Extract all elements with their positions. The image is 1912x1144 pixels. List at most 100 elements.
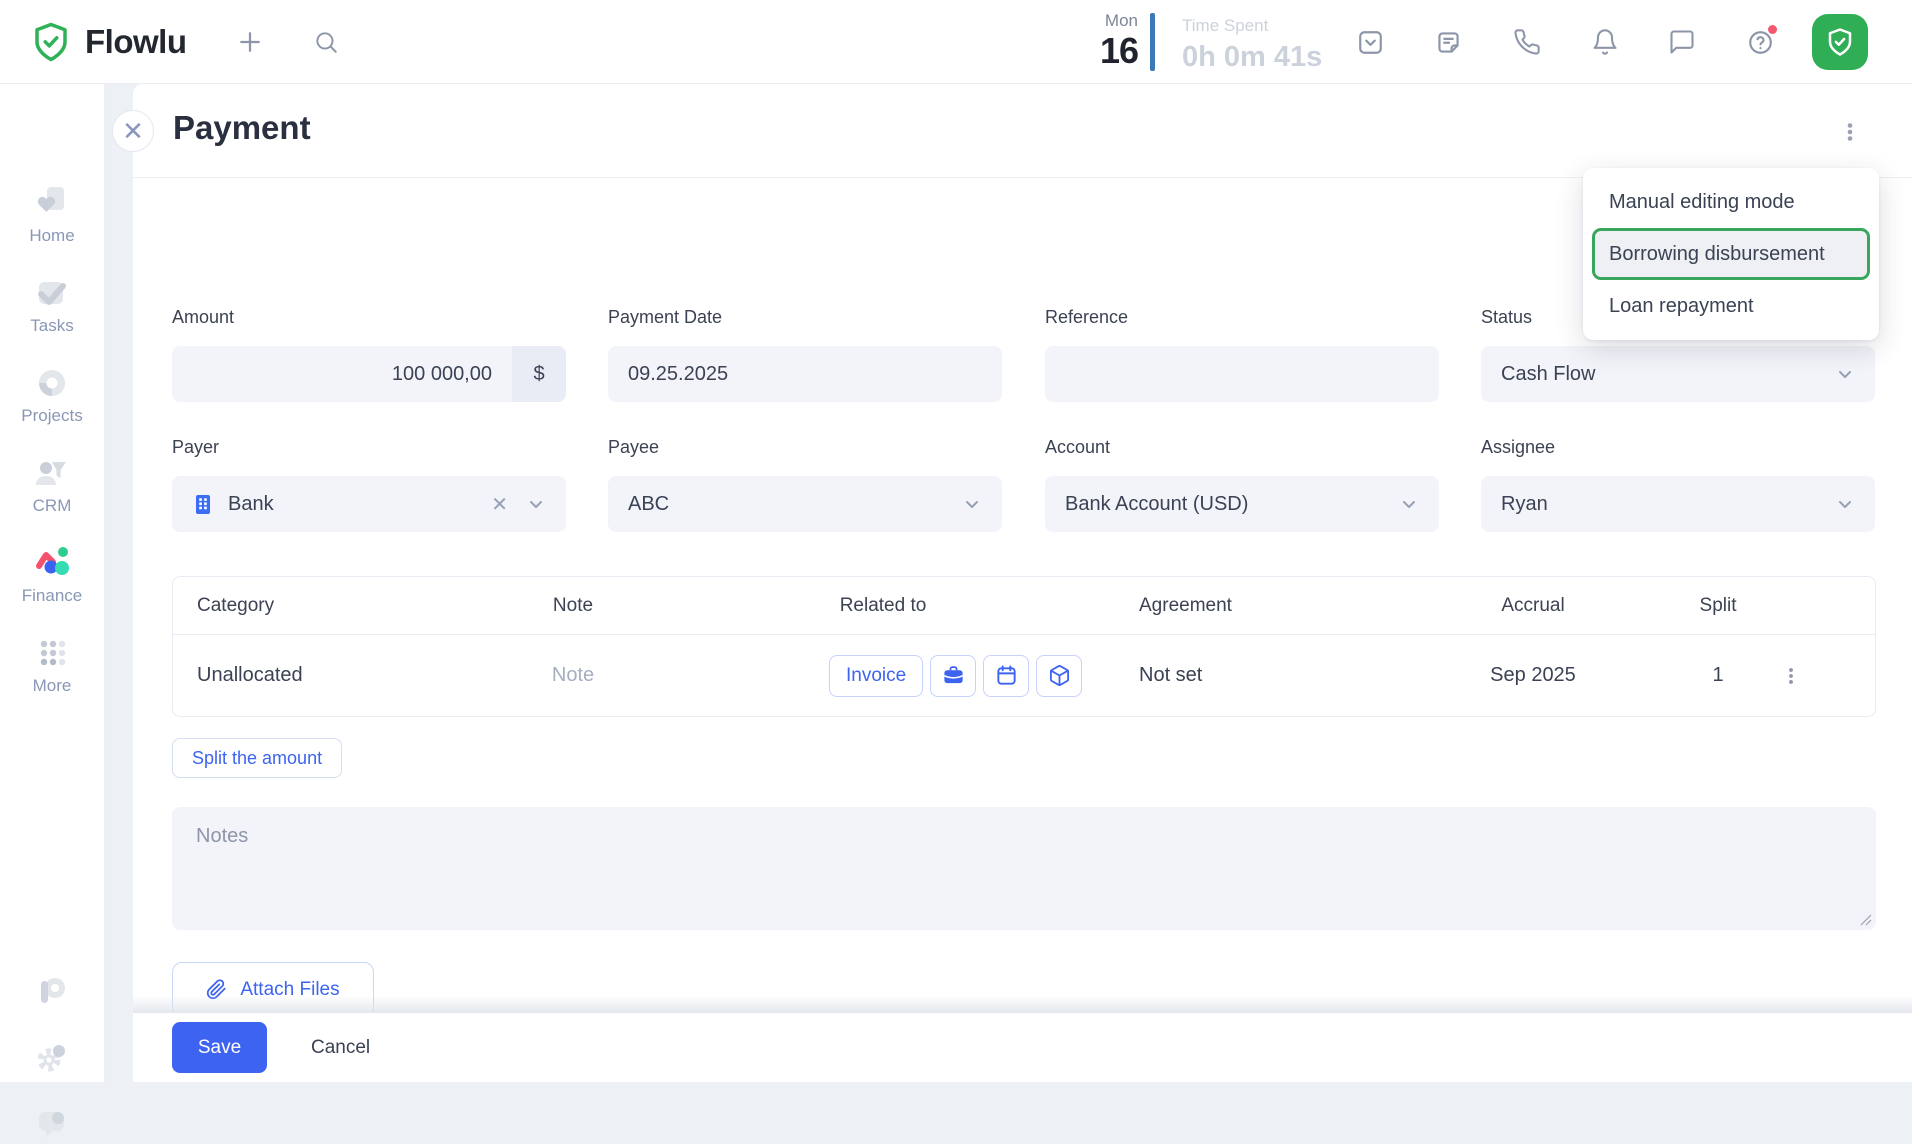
- payee-select[interactable]: ABC: [608, 476, 1002, 532]
- column-header-category: Category: [197, 577, 274, 635]
- menu-item-borrowing-disbursement[interactable]: Borrowing disbursement: [1592, 228, 1870, 280]
- sidebar-item-home[interactable]: Home: [0, 184, 104, 246]
- chevron-down-icon: [1399, 494, 1419, 514]
- table-row: Unallocated Note Invoice: [173, 635, 1875, 716]
- form-footer: Save Cancel: [133, 1013, 1912, 1082]
- account-value: Bank Account (USD): [1065, 493, 1248, 516]
- sidebar-label: Home: [0, 226, 104, 246]
- sidebar-brand-button[interactable]: [0, 972, 104, 1010]
- brand-name: Flowlu: [85, 23, 186, 61]
- column-header-split: Split: [1668, 577, 1768, 635]
- more-grid-icon: [0, 634, 104, 672]
- panel-menu-button[interactable]: [1832, 114, 1868, 150]
- search-icon: [313, 29, 339, 55]
- menu-item-manual-editing-mode[interactable]: Manual editing mode: [1583, 177, 1879, 227]
- status-select[interactable]: Cash Flow: [1481, 346, 1875, 402]
- split-amount-label: Split the amount: [192, 748, 322, 769]
- category-cell[interactable]: Unallocated: [197, 635, 303, 716]
- assignee-select[interactable]: Ryan: [1481, 476, 1875, 532]
- account-select[interactable]: Bank Account (USD): [1045, 476, 1439, 532]
- sidebar-item-projects[interactable]: Projects: [0, 364, 104, 426]
- sidebar-label: More: [0, 676, 104, 696]
- close-icon: ✕: [122, 118, 144, 144]
- chat-icon: [1668, 28, 1696, 56]
- close-button[interactable]: ✕: [112, 110, 154, 152]
- search-button[interactable]: [306, 22, 346, 62]
- link-product-button[interactable]: [1036, 655, 1082, 697]
- cancel-button[interactable]: Cancel: [311, 1037, 370, 1059]
- split-table: Category Note Related to Agreement Accru…: [172, 576, 1876, 717]
- menu-item-loan-repayment[interactable]: Loan repayment: [1583, 281, 1879, 331]
- sidebar-item-tasks[interactable]: Tasks: [0, 274, 104, 336]
- home-icon: [0, 184, 104, 222]
- sidebar: Home Tasks Projects CRM Finance More: [0, 84, 105, 1082]
- column-header-related-to: Related to: [763, 577, 1003, 635]
- payment-type-context-menu: Manual editing mode Borrowing disburseme…: [1583, 168, 1879, 340]
- row-menu-button[interactable]: [1773, 635, 1809, 716]
- create-button[interactable]: [230, 22, 270, 62]
- finance-icon: [0, 544, 104, 582]
- currency-suffix[interactable]: $: [512, 346, 566, 402]
- notes-textarea[interactable]: [172, 807, 1876, 930]
- time-tracker[interactable]: Time Spent 0h 0m 41s: [1182, 16, 1322, 74]
- notifications-button[interactable]: [1585, 22, 1625, 62]
- chevron-down-icon: [962, 494, 982, 514]
- note-cell-input[interactable]: Note: [473, 635, 673, 716]
- sidebar-feedback-button[interactable]: [0, 1106, 104, 1144]
- chevron-down-icon: [1835, 494, 1855, 514]
- split-cell[interactable]: 1: [1668, 635, 1768, 716]
- notes-button[interactable]: [1428, 22, 1468, 62]
- day-label: Mon: [1058, 12, 1138, 31]
- save-button[interactable]: Save: [172, 1022, 267, 1073]
- reference-input[interactable]: [1045, 346, 1439, 402]
- invoice-button-label: Invoice: [846, 665, 906, 687]
- column-header-accrual: Accrual: [1428, 577, 1638, 635]
- top-bar: Flowlu Mon 16 Time Spent 0h 0m 41s: [0, 0, 1912, 84]
- flowlu-logo[interactable]: Flowlu: [30, 0, 186, 84]
- agreement-cell[interactable]: Not set: [1139, 635, 1202, 716]
- inbox-button[interactable]: [1350, 22, 1390, 62]
- notes-field-wrap: [172, 807, 1876, 930]
- amount-label: Amount: [172, 306, 566, 328]
- briefcase-icon: [942, 664, 965, 687]
- package-icon: [1048, 664, 1071, 687]
- calendar-icon: [995, 664, 1018, 687]
- payer-select[interactable]: Bank ✕: [172, 476, 566, 532]
- note-document-icon: [1434, 28, 1463, 57]
- sidebar-label: Tasks: [0, 316, 104, 336]
- accrual-cell[interactable]: Sep 2025: [1428, 635, 1638, 716]
- payment-date-input[interactable]: 09.25.2025: [608, 346, 1002, 402]
- table-header-row: Category Note Related to Agreement Accru…: [173, 577, 1875, 635]
- chevron-down-icon: [1835, 364, 1855, 384]
- shield-check-avatar-icon: [1825, 27, 1855, 57]
- organization-building-icon: [192, 493, 214, 515]
- amount-input[interactable]: 100 000,00 $: [172, 346, 566, 402]
- sidebar-label: Finance: [0, 586, 104, 606]
- calendar-date[interactable]: Mon 16: [1058, 12, 1138, 70]
- sidebar-item-crm[interactable]: CRM: [0, 454, 104, 516]
- payee-label: Payee: [608, 436, 1002, 458]
- page-title: Payment: [173, 109, 311, 147]
- help-button[interactable]: [1740, 22, 1780, 62]
- plus-icon: [235, 27, 265, 57]
- chat-bubble-icon: [32, 1106, 72, 1144]
- payee-value: ABC: [628, 493, 669, 516]
- calls-button[interactable]: [1507, 22, 1547, 62]
- payer-label: Payer: [172, 436, 566, 458]
- sidebar-item-more[interactable]: More: [0, 634, 104, 696]
- chevron-down-icon: [526, 494, 546, 514]
- time-spent-value: 0h 0m 41s: [1182, 41, 1322, 74]
- split-amount-button[interactable]: Split the amount: [172, 738, 342, 778]
- link-project-button[interactable]: [930, 655, 976, 697]
- clear-icon[interactable]: ✕: [491, 492, 508, 517]
- messenger-button[interactable]: [1662, 22, 1702, 62]
- sidebar-settings-button[interactable]: [0, 1039, 104, 1077]
- link-event-button[interactable]: [983, 655, 1029, 697]
- status-value: Cash Flow: [1501, 363, 1595, 386]
- day-number: 16: [1058, 31, 1138, 71]
- resize-handle-icon[interactable]: [1859, 913, 1872, 926]
- user-avatar[interactable]: [1812, 14, 1868, 70]
- invoice-button[interactable]: Invoice: [829, 655, 923, 697]
- sidebar-item-finance[interactable]: Finance: [0, 544, 104, 606]
- column-header-agreement: Agreement: [1139, 577, 1232, 635]
